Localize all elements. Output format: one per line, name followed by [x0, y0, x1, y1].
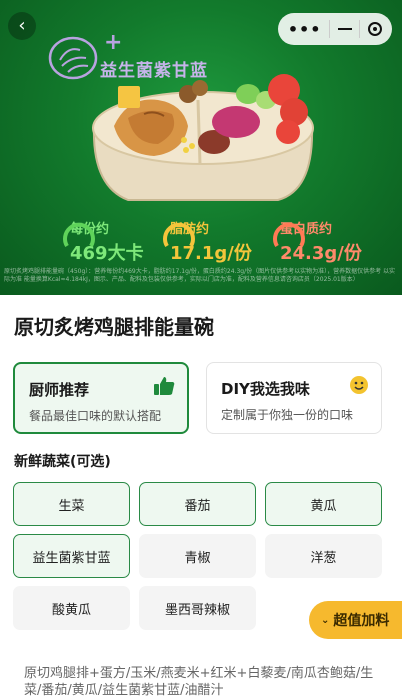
- thumbs-up-icon: [154, 377, 175, 395]
- nutrition-fineprint: 原切炙烤鸡腿排能量碗（450g）：营养每份约469大卡，脂肪约17.1g/份，蛋…: [4, 268, 396, 283]
- ingredients-text: 原切鸡腿排+蛋方/玉米/燕麦米+红米+白藜麦/南瓜杏鲍菇/生菜/番茄/黄瓜/益生…: [24, 666, 374, 698]
- mini-program-capsule: •••: [278, 13, 392, 45]
- veg-option-lettuce[interactable]: 生菜: [13, 482, 130, 526]
- brand-plus: +: [104, 30, 123, 55]
- option-title: DIY我选我味: [221, 380, 310, 398]
- option-desc: 定制属于你独一份的口味: [221, 408, 354, 422]
- chef-recommend-option[interactable]: 厨师推荐 餐品最佳口味的默认搭配: [13, 362, 189, 434]
- stat-fat: 脂肪约 17.1g/份: [163, 218, 252, 265]
- smiley-icon: [350, 376, 368, 394]
- veg-option-onion[interactable]: 洋葱: [265, 534, 382, 578]
- veg-option-tomato[interactable]: 番茄: [139, 482, 256, 526]
- add-toppings-label: 超值加料: [333, 613, 390, 629]
- diy-option[interactable]: DIY我选我味 定制属于你独一份的口味: [206, 362, 382, 434]
- double-chevron-down-icon: ⌄: [321, 614, 330, 626]
- section-title: 新鲜蔬菜(可选): [14, 454, 111, 470]
- stat-calories: 每份约 469大卡: [63, 218, 144, 265]
- hero-banner: ‹ ••• + 益生菌紫甘蓝 每份约 469大卡 脂肪约 17.1g/份 蛋白质…: [0, 0, 402, 295]
- veg-option-purple-cabbage[interactable]: 益生菌紫甘蓝: [13, 534, 130, 578]
- capsule-divider: [329, 20, 331, 38]
- minimize-icon[interactable]: [337, 28, 352, 30]
- gauge-icon: [163, 222, 195, 248]
- gauge-icon: [63, 222, 95, 248]
- option-title: 厨师推荐: [29, 381, 90, 399]
- veg-option-cucumber[interactable]: 黄瓜: [265, 482, 382, 526]
- stat-protein: 蛋白质约 24.3g/份: [273, 218, 362, 265]
- veg-option-jalapeno[interactable]: 墨西哥辣椒: [139, 586, 256, 630]
- food-bowl-image: [92, 74, 314, 201]
- more-dots-icon[interactable]: •••: [288, 20, 322, 39]
- gauge-icon: [273, 222, 305, 248]
- add-toppings-button[interactable]: ⌄ 超值加料: [309, 601, 402, 639]
- veg-option-pickle[interactable]: 酸黄瓜: [13, 586, 130, 630]
- capsule-divider: [359, 20, 361, 38]
- record-target-icon[interactable]: [368, 22, 383, 36]
- option-desc: 餐品最佳口味的默认搭配: [29, 409, 162, 423]
- back-arrow-icon[interactable]: ‹: [8, 12, 36, 40]
- product-title: 原切炙烤鸡腿排能量碗: [14, 315, 214, 339]
- veg-option-green-pepper[interactable]: 青椒: [139, 534, 256, 578]
